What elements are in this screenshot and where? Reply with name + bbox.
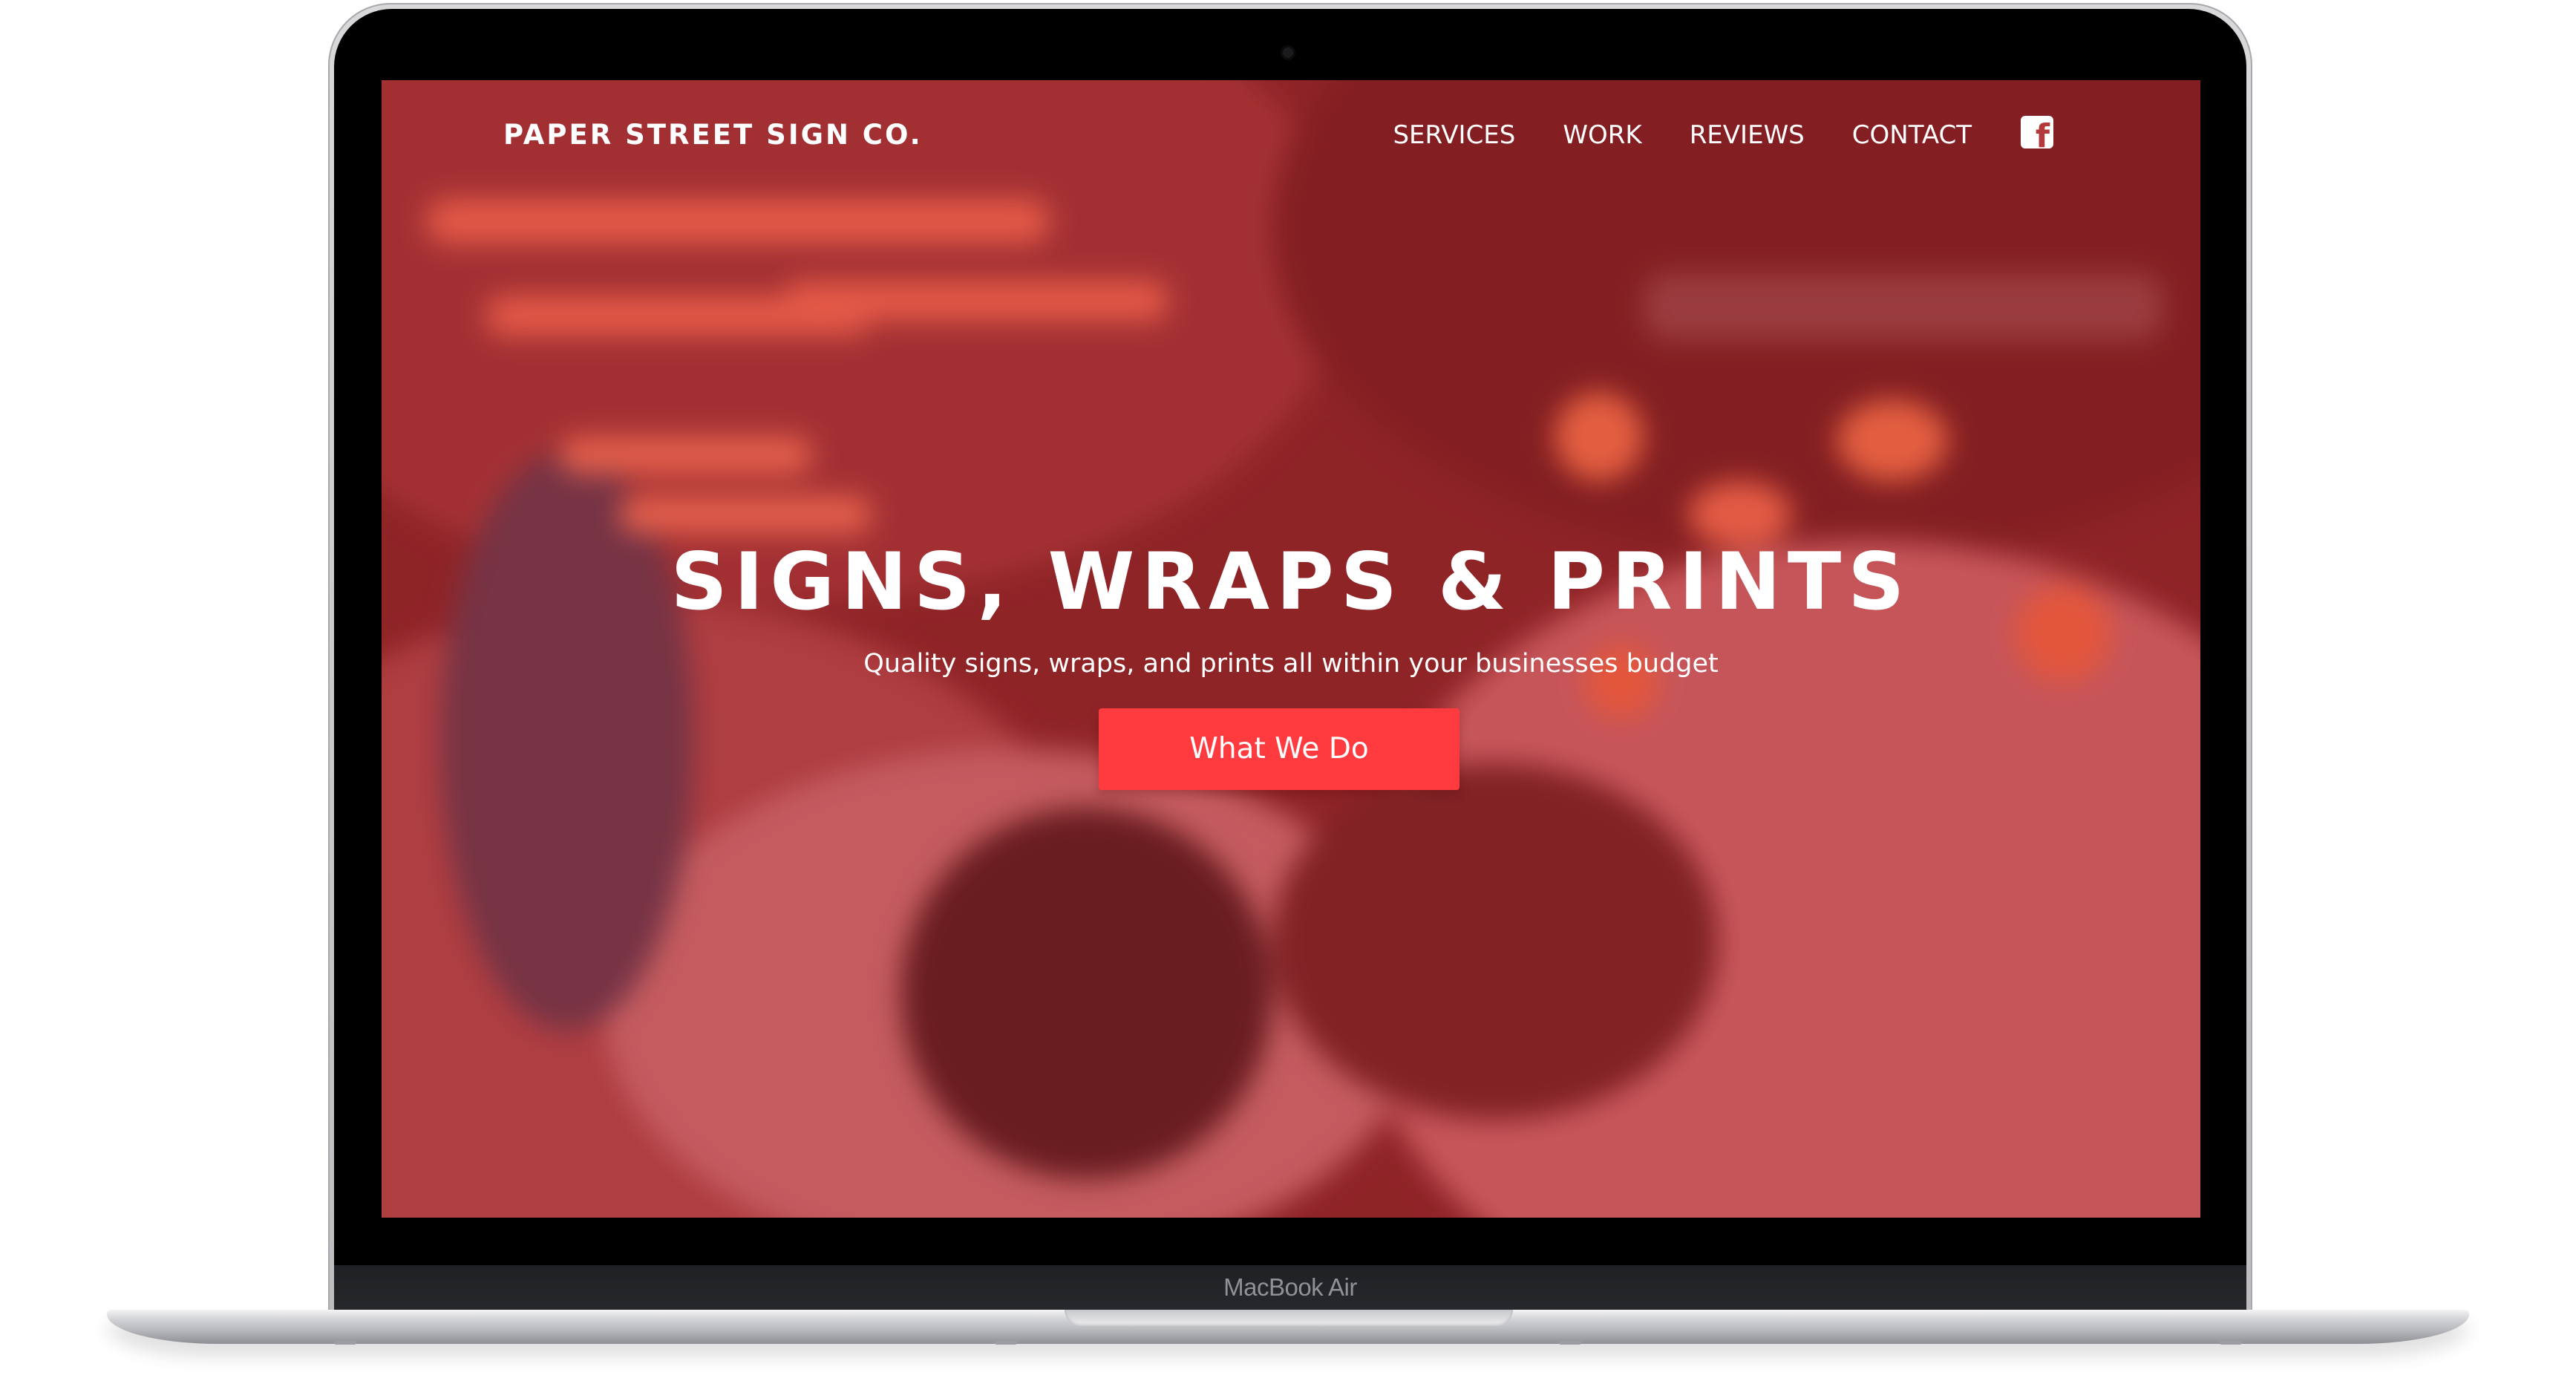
laptop-foot [334, 1341, 356, 1345]
site-logo[interactable]: PAPER STREET SIGN CO. [503, 119, 923, 151]
device-mockup: PAPER STREET SIGN CO. SERVICES WORK REVI… [0, 0, 2576, 1381]
device-label: MacBook Air [1223, 1273, 1357, 1301]
camera-icon [1283, 48, 1293, 58]
main-navigation: SERVICES WORK REVIEWS CONTACT [1393, 120, 1972, 150]
hero-title: SIGNS, WRAPS & PRINTS [670, 536, 1912, 627]
trackpad-notch [1065, 1310, 1513, 1326]
nav-reviews[interactable]: REVIEWS [1690, 120, 1805, 150]
laptop-foot [1559, 1341, 1581, 1345]
nav-services[interactable]: SERVICES [1393, 120, 1515, 150]
facebook-icon[interactable]: f [2021, 116, 2053, 153]
nav-work[interactable]: WORK [1563, 120, 1641, 150]
website-screen: PAPER STREET SIGN CO. SERVICES WORK REVI… [382, 80, 2200, 1218]
laptop-foot [995, 1341, 1017, 1345]
hero-subtitle: Quality signs, wraps, and prints all wit… [863, 649, 1719, 679]
nav-contact[interactable]: CONTACT [1852, 120, 1972, 150]
what-we-do-button[interactable]: What We Do [1099, 708, 1459, 790]
what-we-do-button-label: What We Do [1189, 732, 1369, 765]
laptop-foot [2220, 1341, 2242, 1345]
screen-chin: MacBook Air [334, 1265, 2246, 1310]
